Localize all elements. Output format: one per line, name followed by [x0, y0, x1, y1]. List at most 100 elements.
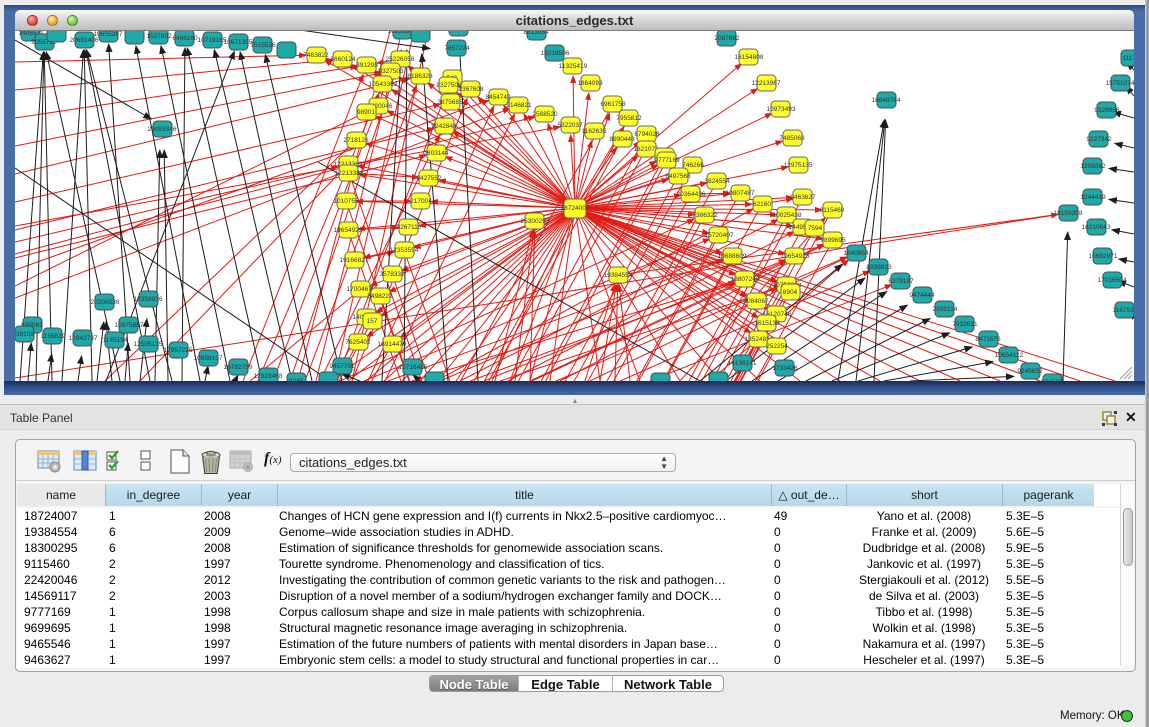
svg-text:9242848: 9242848 [431, 123, 457, 130]
svg-text:25226058: 25226058 [386, 56, 415, 63]
svg-text:10655267: 10655267 [94, 31, 123, 38]
svg-text:9227342: 9227342 [1086, 136, 1112, 143]
svg-text:15751074: 15751074 [1106, 80, 1134, 87]
svg-text:6379197: 6379197 [888, 278, 914, 285]
svg-text:252254: 252254 [766, 343, 788, 350]
svg-text:1864093: 1864093 [577, 80, 603, 87]
svg-text:2588520: 2588520 [532, 111, 558, 118]
svg-text:6497568: 6497568 [665, 173, 691, 180]
svg-text:1010755: 1010755 [333, 198, 359, 205]
svg-text:1733426: 1733426 [772, 365, 798, 372]
svg-text:217004: 217004 [410, 198, 432, 205]
svg-text:9327503: 9327503 [378, 68, 404, 75]
svg-text:15692971: 15692971 [1089, 253, 1118, 260]
svg-text:9245652: 9245652 [1017, 368, 1043, 375]
svg-text:9777169: 9777169 [654, 157, 680, 164]
svg-text:2367608: 2367608 [458, 86, 484, 93]
svg-text:12942737: 12942737 [69, 335, 98, 342]
svg-text:10688609: 10688609 [718, 253, 747, 260]
svg-text:3267110: 3267110 [397, 224, 422, 231]
svg-text:18807249: 18807249 [731, 276, 760, 283]
svg-text:10543362: 10543362 [369, 81, 398, 88]
svg-text:10975887: 10975887 [115, 322, 144, 329]
svg-text:7932621: 7932621 [952, 321, 978, 328]
svg-text:16210643: 16210643 [1082, 224, 1111, 231]
svg-text:16159358: 16159358 [1054, 210, 1083, 217]
svg-text:17359936: 17359936 [134, 296, 163, 303]
svg-text:8186328: 8186328 [407, 73, 433, 80]
svg-text:6466160: 6466160 [172, 35, 198, 42]
svg-text:12213382: 12213382 [335, 170, 364, 177]
svg-text:10654112: 10654112 [995, 352, 1024, 359]
svg-text:12353594: 12353594 [390, 247, 419, 254]
svg-text:98901: 98901 [357, 109, 375, 116]
svg-text:14136141: 14136141 [728, 360, 757, 367]
svg-text:19166827: 19166827 [340, 257, 369, 264]
svg-text:19218506: 19218506 [541, 50, 570, 57]
svg-text:10671355: 10671355 [224, 39, 253, 46]
svg-text:7485063: 7485063 [779, 135, 805, 142]
svg-text:10973493: 10973493 [767, 106, 796, 113]
svg-text:2935114: 2935114 [933, 306, 958, 313]
svg-text:9084067: 9084067 [743, 298, 769, 305]
svg-text:9474444: 9474444 [909, 292, 935, 299]
svg-text:891295: 891295 [356, 62, 378, 69]
svg-text:1156829: 1156829 [41, 333, 66, 340]
svg-text:2803144: 2803144 [423, 150, 449, 157]
svg-text:10958107: 10958107 [194, 355, 223, 362]
svg-text:17957225: 17957225 [164, 347, 193, 354]
svg-text:5498222: 5498222 [367, 293, 393, 300]
svg-text:2718126: 2718126 [343, 137, 369, 144]
svg-text:1209382: 1209382 [1080, 163, 1106, 170]
svg-text:3875685: 3875685 [437, 99, 463, 106]
svg-text:924565: 924565 [1041, 379, 1063, 381]
svg-text:3578332: 3578332 [379, 271, 405, 278]
svg-text:10719165: 10719165 [198, 37, 227, 44]
svg-text:9427552: 9427552 [416, 175, 442, 182]
svg-text:19384554: 19384554 [604, 272, 633, 279]
svg-text:8813054: 8813054 [523, 31, 549, 36]
svg-text:8660124: 8660124 [330, 56, 356, 63]
svg-text:7594: 7594 [808, 225, 823, 232]
svg-text:1145194: 1145194 [103, 337, 128, 344]
svg-text:19654923: 19654923 [781, 253, 810, 260]
svg-text:1640954: 1640954 [843, 250, 869, 257]
svg-text:8904: 8904 [783, 289, 798, 296]
svg-text:16914479: 16914479 [378, 341, 407, 348]
svg-text:9146821: 9146821 [506, 102, 532, 109]
svg-text:1615132: 1615132 [754, 320, 780, 327]
svg-text:62160: 62160 [753, 201, 771, 208]
svg-text:20053346: 20053346 [148, 126, 177, 133]
svg-text:1527602: 1527602 [146, 33, 172, 40]
svg-text:8990448: 8990448 [609, 136, 635, 143]
svg-text:18724007: 18724007 [561, 205, 590, 212]
svg-text:16782759: 16782759 [224, 364, 253, 371]
svg-text:15716485: 15716485 [399, 364, 428, 371]
svg-text:19654922: 19654922 [334, 227, 363, 234]
svg-text:25300293: 25300293 [521, 218, 550, 225]
svg-text:17016504: 17016504 [1098, 277, 1127, 284]
svg-text:9899695: 9899695 [820, 237, 846, 244]
svg-text:157: 157 [367, 318, 378, 325]
svg-text:9457791: 9457791 [329, 363, 355, 370]
svg-text:2087682: 2087682 [714, 35, 740, 42]
svg-text:10807487: 10807487 [726, 190, 755, 197]
svg-text:9115460: 9115460 [820, 207, 845, 214]
svg-text:20364436: 20364436 [677, 191, 706, 198]
svg-text:6794028: 6794028 [634, 131, 660, 138]
svg-text:20206536: 20206536 [91, 299, 120, 306]
svg-text:11172: 11172 [1122, 55, 1134, 62]
svg-text:7625402: 7625402 [345, 339, 371, 346]
svg-text:12213967: 12213967 [752, 80, 781, 87]
svg-text:7515526: 7515526 [250, 42, 276, 49]
svg-text:7955812: 7955812 [616, 115, 642, 122]
svg-text:16648784: 16648784 [872, 97, 901, 104]
svg-text:11325419: 11325419 [559, 63, 588, 70]
svg-text:7386322: 7386322 [692, 212, 718, 219]
svg-text:9329966: 9329966 [1094, 107, 1120, 114]
svg-text:12505135: 12505135 [134, 341, 163, 348]
svg-text:6961758: 6961758 [600, 101, 626, 108]
svg-text:12975135: 12975135 [784, 162, 813, 169]
svg-text:7463822: 7463822 [303, 52, 329, 59]
svg-text:9245: 9245 [289, 378, 304, 381]
